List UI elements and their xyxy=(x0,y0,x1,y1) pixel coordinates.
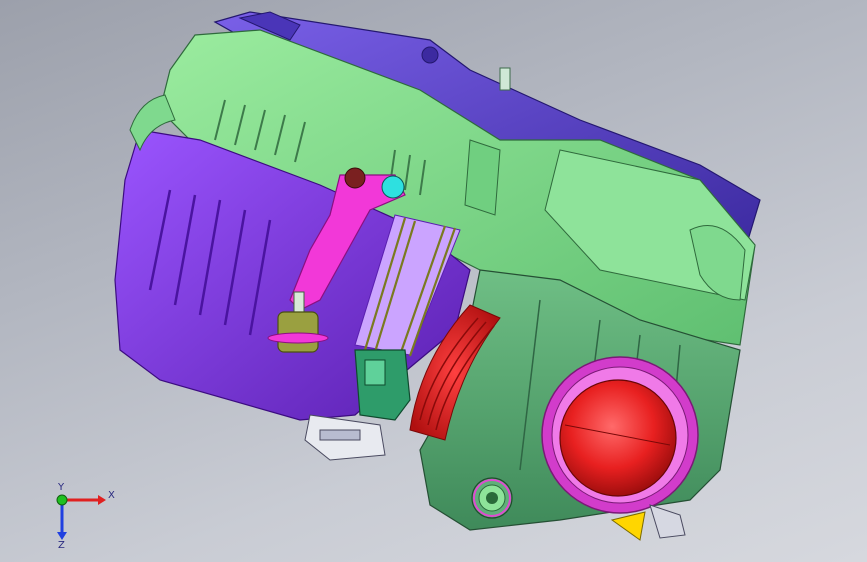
z-axis-label: Z xyxy=(58,540,65,548)
z-axis-arrow xyxy=(57,532,67,540)
drain-fitting[interactable] xyxy=(471,477,513,519)
airbox-model[interactable] xyxy=(0,0,867,562)
y-axis-label: Y xyxy=(57,482,65,493)
y-axis-origin xyxy=(56,494,68,506)
bottom-connector[interactable] xyxy=(304,414,386,461)
cad-viewport[interactable]: X Y Z xyxy=(0,0,867,562)
x-axis-label: X xyxy=(108,490,115,501)
x-axis-arrow xyxy=(98,495,106,505)
sensor-module[interactable] xyxy=(354,349,411,421)
outlet-port[interactable] xyxy=(541,356,699,514)
orientation-triad: X Y Z xyxy=(56,482,115,548)
